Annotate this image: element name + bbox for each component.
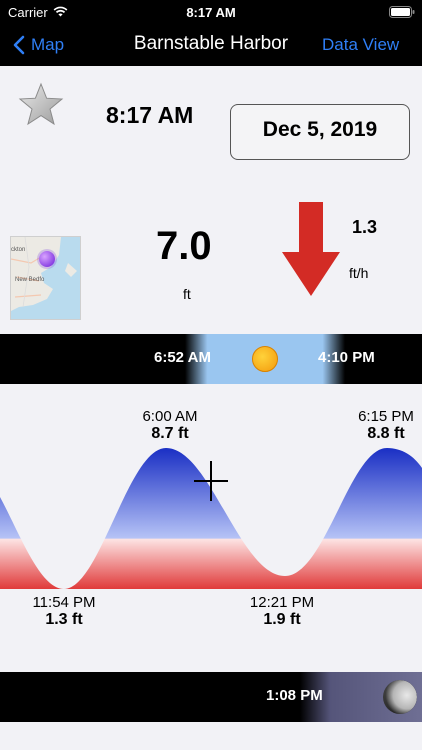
low-tide-label: 12:21 PM 1.9 ft <box>232 594 332 629</box>
bottom-spacer <box>0 722 422 750</box>
location-pin-icon <box>39 251 55 267</box>
moon-band: 1:08 PM <box>0 672 422 722</box>
data-view-button[interactable]: Data View <box>322 35 399 55</box>
low-tide-height: 1.3 ft <box>45 611 83 628</box>
moon-phase-icon <box>383 680 417 714</box>
current-time: 8:17 AM <box>106 102 194 128</box>
moon-time: 1:08 PM <box>266 687 323 704</box>
falling-tide-arrow-icon <box>282 202 340 296</box>
high-tide-height: 8.7 ft <box>151 425 189 442</box>
high-tide-label: 6:00 AM 8.7 ft <box>120 408 220 443</box>
tide-height-value: 7.0 <box>156 224 212 268</box>
battery-icon <box>389 6 415 18</box>
low-tide-time: 11:54 PM <box>32 594 96 611</box>
high-tide-label: 6:15 PM 8.8 ft <box>336 408 422 443</box>
current-info-panel: 8:17 AM Dec 5, 2019 ckton New Bedfo 7.0 … <box>0 66 422 334</box>
favorite-star-icon[interactable] <box>18 82 64 126</box>
sunrise-time: 6:52 AM <box>154 349 211 366</box>
date-selector[interactable]: Dec 5, 2019 <box>230 104 410 160</box>
low-tide-height: 1.9 ft <box>263 611 301 628</box>
tide-chart[interactable]: 6:00 AM 8.7 ft 6:15 PM 8.8 ft 11:54 PM 1… <box>0 384 422 672</box>
sun-band: 6:52 AM 4:10 PM <box>0 334 422 384</box>
tide-rate-unit: ft/h <box>349 265 369 281</box>
tide-height-unit: ft <box>183 286 191 302</box>
high-tide-height: 8.8 ft <box>367 425 405 442</box>
sunset-time: 4:10 PM <box>318 349 375 366</box>
tide-rate-value: 1.3 <box>352 217 378 237</box>
low-tide-label: 11:54 PM 1.3 ft <box>14 594 114 629</box>
high-tide-time: 6:15 PM <box>358 408 414 425</box>
low-tide-time: 12:21 PM <box>249 594 315 611</box>
navigation-bar: Map Barnstable Harbor Data View <box>0 24 422 66</box>
status-bar: Carrier 8:17 AM <box>0 0 422 24</box>
location-map-thumbnail[interactable]: ckton New Bedfo <box>10 236 81 320</box>
map-town-label: New Bedfo <box>15 277 45 283</box>
status-time: 8:17 AM <box>186 5 236 20</box>
sun-icon <box>252 346 278 372</box>
high-tide-time: 6:00 AM <box>142 408 198 425</box>
map-town-label: ckton <box>11 247 26 253</box>
